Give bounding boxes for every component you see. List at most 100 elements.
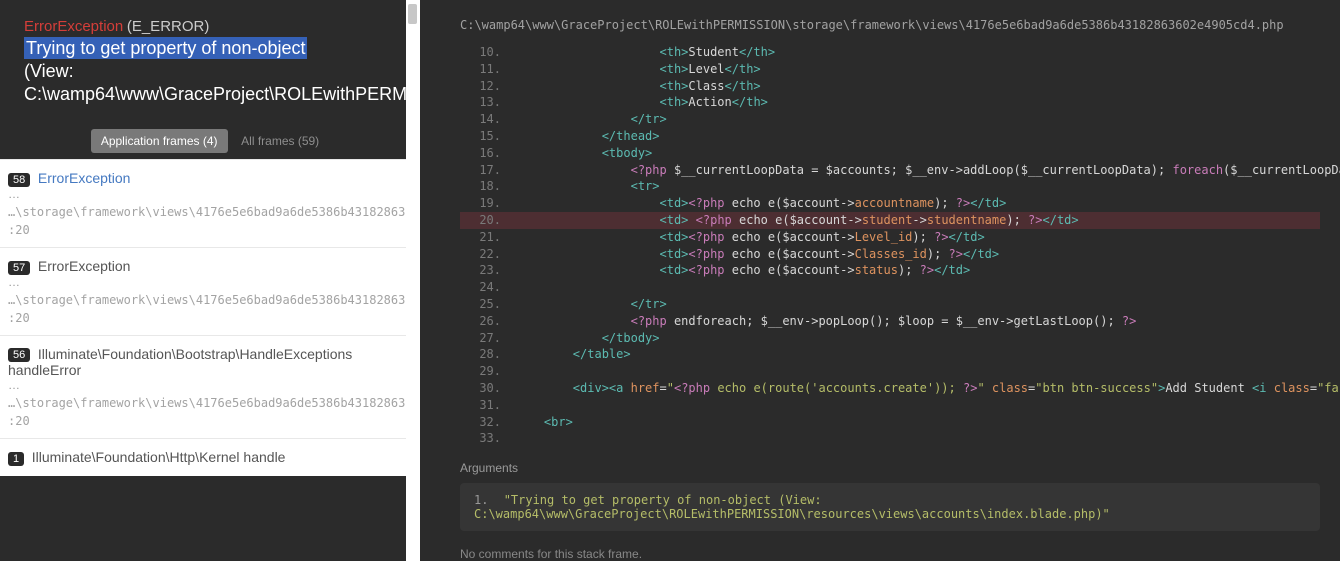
line-number: 18. [460,178,515,195]
code-content: <th>Level</th> [515,61,1320,78]
code-content [515,279,1320,296]
line-number: 33. [460,430,515,447]
code-line: 24. [460,279,1320,296]
line-number: 15. [460,128,515,145]
frame-ellipsis: … [8,378,412,392]
code-line: 27. </tbody> [460,330,1320,347]
frame-number-badge: 57 [8,261,30,275]
code-content: <th>Action</th> [515,94,1320,111]
code-content: <td><?php echo e($account->accountname);… [515,195,1320,212]
stack-frame[interactable]: 1 Illuminate\Foundation\Http\Kernel hand… [0,438,420,476]
code-content: <th>Class</th> [515,78,1320,95]
stack-frame[interactable]: 58 ErrorException … …\storage\framework\… [0,159,420,247]
code-line: 32. <br> [460,414,1320,431]
line-number: 12. [460,78,515,95]
line-number: 10. [460,44,515,61]
frame-path: …\storage\framework\views\4176e5e6bad9a6… [8,205,412,219]
code-line: 13. <th>Action</th> [460,94,1320,111]
source-file-path: C:\wamp64\www\GraceProject\ROLEwithPERMI… [460,18,1320,32]
code-content: </table> [515,346,1320,363]
line-number: 13. [460,94,515,111]
code-line: 23. <td><?php echo e($account->status); … [460,262,1320,279]
code-block: 10. <th>Student</th>11. <th>Level</th>12… [460,44,1320,447]
code-line: 18. <tr> [460,178,1320,195]
line-number: 31. [460,397,515,414]
code-line: 30. <div><a href="<?php echo e(route('ac… [460,380,1320,397]
code-content: <td><?php echo e($account->status); ?></… [515,262,1320,279]
line-number: 17. [460,162,515,179]
line-number: 21. [460,229,515,246]
argument-text: "Trying to get property of non-object (V… [474,493,1110,521]
right-panel: C:\wamp64\www\GraceProject\ROLEwithPERMI… [420,0,1340,561]
code-line: 28. </table> [460,346,1320,363]
no-comments-text: No comments for this stack frame. [460,547,1320,561]
line-number: 20. [460,212,515,229]
line-number: 30. [460,380,515,397]
arguments-label: Arguments [460,461,1320,475]
frame-title: ErrorException [38,258,131,274]
code-line: 12. <th>Class</th> [460,78,1320,95]
tab-all-frames[interactable]: All frames (59) [231,129,329,153]
code-line: 25. </tr> [460,296,1320,313]
code-content: <?php $__currentLoopData = $accounts; $_… [515,162,1340,179]
code-content: <div><a href="<?php echo e(route('accoun… [515,380,1340,397]
error-type: ErrorException [24,18,123,35]
error-header: ErrorException (E_ERROR) Trying to get p… [0,0,420,123]
frame-number-badge: 1 [8,452,24,466]
code-line: 17. <?php $__currentLoopData = $accounts… [460,162,1320,179]
frame-line: :20 [8,414,412,428]
line-number: 24. [460,279,515,296]
frame-tabs: Application frames (4) All frames (59) [0,123,420,159]
left-panel: ErrorException (E_ERROR) Trying to get p… [0,0,420,561]
code-line: 14. </tr> [460,111,1320,128]
code-content: <br> [515,414,1320,431]
code-content: <td> <?php echo e($account->student->stu… [515,212,1320,229]
error-message: Trying to get property of non-object [24,37,307,59]
code-content: <th>Student</th> [515,44,1320,61]
frame-number-badge: 58 [8,173,30,187]
code-line: 20. <td> <?php echo e($account->student-… [460,212,1320,229]
code-content: <tr> [515,178,1320,195]
code-line: 26. <?php endforeach; $__env->popLoop();… [460,313,1320,330]
line-number: 19. [460,195,515,212]
stack-frame[interactable]: 56 Illuminate\Foundation\Bootstrap\Handl… [0,335,420,439]
code-content: <tbody> [515,145,1320,162]
tab-application-frames[interactable]: Application frames (4) [91,129,228,153]
line-number: 32. [460,414,515,431]
line-number: 26. [460,313,515,330]
code-line: 22. <td><?php echo e($account->Classes_i… [460,246,1320,263]
frame-ellipsis: … [8,275,412,289]
code-line: 33. [460,430,1320,447]
code-content: <td><?php echo e($account->Classes_id); … [515,246,1320,263]
frame-line: :20 [8,311,412,325]
line-number: 29. [460,363,515,380]
code-content: <td><?php echo e($account->Level_id); ?>… [515,229,1320,246]
frame-ellipsis: … [8,187,412,201]
frame-list: 58 ErrorException … …\storage\framework\… [0,159,420,475]
code-content: </thead> [515,128,1320,145]
argument-number: 1. [474,493,488,507]
code-line: 15. </thead> [460,128,1320,145]
line-number: 16. [460,145,515,162]
frame-title: Illuminate\Foundation\Bootstrap\HandleEx… [8,346,352,379]
code-line: 19. <td><?php echo e($account->accountna… [460,195,1320,212]
line-number: 14. [460,111,515,128]
code-content: </tr> [515,111,1320,128]
code-content [515,430,1320,447]
error-code: (E_ERROR) [127,18,210,35]
line-number: 25. [460,296,515,313]
error-view-path: (View: C:\wamp64\www\GraceProject\ROLEwi… [24,60,396,105]
code-line: 21. <td><?php echo e($account->Level_id)… [460,229,1320,246]
scrollbar-thumb[interactable] [408,4,417,24]
scrollbar[interactable] [406,0,420,561]
line-number: 28. [460,346,515,363]
code-line: 29. [460,363,1320,380]
code-line: 11. <th>Level</th> [460,61,1320,78]
line-number: 23. [460,262,515,279]
code-content [515,363,1320,380]
stack-frame[interactable]: 57 ErrorException … …\storage\framework\… [0,247,420,335]
frame-title: Illuminate\Foundation\Http\Kernel handle [32,449,286,465]
line-number: 11. [460,61,515,78]
code-content: </tr> [515,296,1320,313]
line-number: 27. [460,330,515,347]
